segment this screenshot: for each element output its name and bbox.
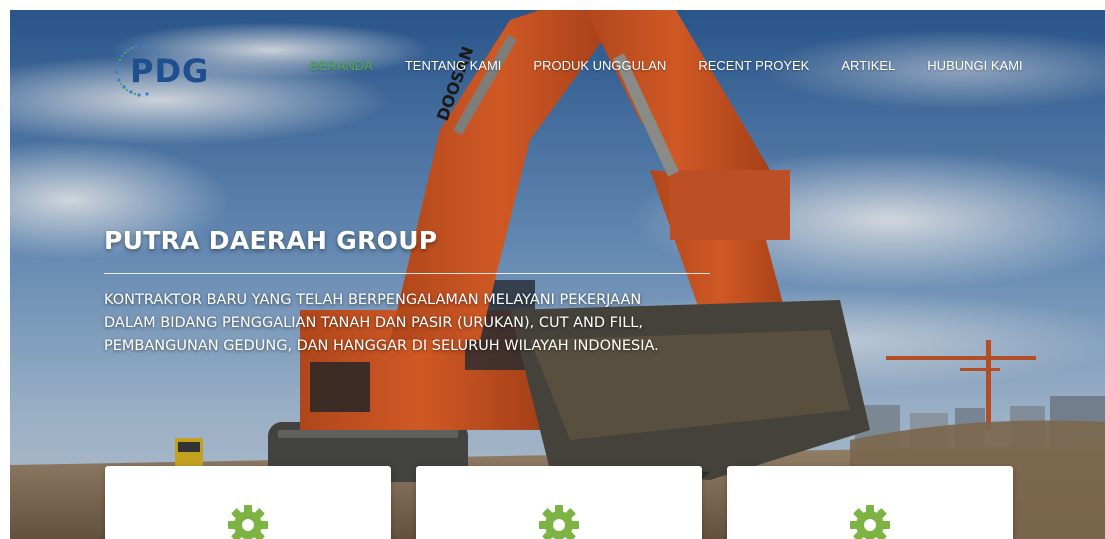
feature-card[interactable] — [727, 466, 1013, 539]
nav-item-recent-proyek[interactable]: RECENT PROYEK — [698, 56, 809, 76]
gear-icon — [228, 505, 268, 539]
nav-item-produk-unggulan[interactable]: PRODUK UNGGULAN — [533, 56, 666, 76]
hero-section: DOOSAN PDG BERANDA TENTANG KAMI PRODUK U… — [10, 10, 1105, 539]
nav-item-tentang-kami[interactable]: TENTANG KAMI — [405, 56, 502, 76]
logo-text: PDG — [130, 52, 210, 90]
feature-card[interactable] — [416, 466, 702, 539]
hero-title: PUTRA DAERAH GROUP — [104, 226, 438, 255]
nav-item-hubungi-kami[interactable]: HUBUNGI KAMI — [927, 56, 1022, 76]
hero-description-line: DALAM BIDANG PENGGALIAN TANAH DAN PASIR … — [104, 315, 643, 331]
nav-item-beranda[interactable]: BERANDA — [310, 56, 373, 76]
hero-description-line: PEMBANGUNAN GEDUNG, DAN HANGGAR DI SELUR… — [104, 338, 659, 354]
feature-card[interactable] — [105, 466, 391, 539]
gear-icon — [850, 505, 890, 539]
hero-description: KONTRAKTOR BARU YANG TELAH BERPENGALAMAN… — [104, 289, 744, 358]
gear-icon — [539, 505, 579, 539]
hero-divider — [104, 273, 710, 274]
hero-description-line: KONTRAKTOR BARU YANG TELAH BERPENGALAMAN… — [104, 292, 642, 308]
nav-item-artikel[interactable]: ARTIKEL — [841, 56, 895, 76]
main-navigation: BERANDA TENTANG KAMI PRODUK UNGGULAN REC… — [310, 56, 1055, 76]
brand-logo[interactable]: PDG — [108, 40, 218, 100]
